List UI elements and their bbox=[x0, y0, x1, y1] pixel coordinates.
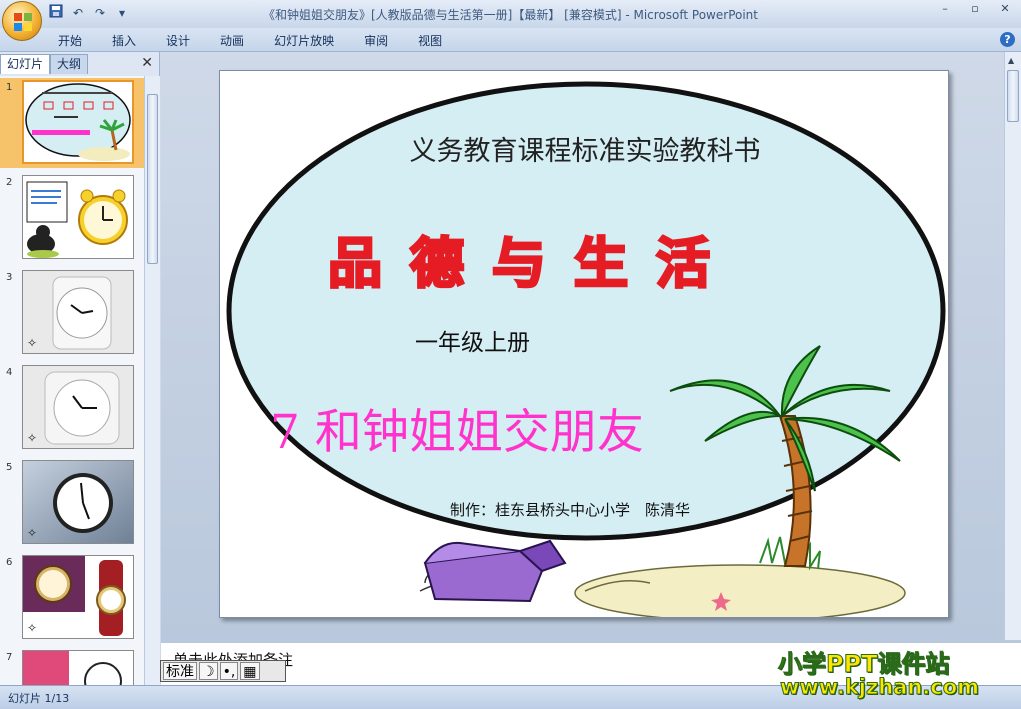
slide-editing-area: 义务教育课程标准实验教科书 品德与生活 一年级上册 7 和钟姐姐交朋友 制作：桂… bbox=[161, 52, 1004, 640]
slide-subject-title: 品德与生活 bbox=[327, 231, 738, 297]
ime-mode-button[interactable]: 标准 bbox=[163, 662, 197, 680]
window-controls: – ▫ ✕ bbox=[935, 2, 1015, 15]
ime-toolbar: 标准 ☽ •, ▦ bbox=[160, 660, 286, 682]
tab-outline[interactable]: 大纲 bbox=[50, 54, 89, 74]
slide-thumbnail-5[interactable]: 5 ✧ bbox=[0, 458, 144, 548]
tab-insert[interactable]: 插入 bbox=[112, 32, 136, 49]
scrollbar-thumb[interactable] bbox=[1007, 70, 1019, 122]
ribbon-tabs: 开始 插入 设计 动画 幻灯片放映 审阅 视图 bbox=[58, 32, 472, 49]
tab-home[interactable]: 开始 bbox=[58, 32, 82, 49]
office-button[interactable] bbox=[2, 1, 42, 41]
scrollbar-thumb[interactable] bbox=[147, 94, 158, 264]
slide-preview bbox=[22, 80, 134, 164]
panel-tabs: 幻灯片 大纲 bbox=[0, 54, 160, 74]
close-icon[interactable]: ✕ bbox=[141, 55, 153, 71]
slide-series-title: 义务教育课程标准实验教科书 bbox=[409, 136, 761, 167]
animation-icon: ✧ bbox=[27, 621, 38, 635]
watermark-url: www.kjzhan.com bbox=[779, 675, 980, 700]
slide-thumbnails: 1 2 3 ✧ 4 ✧ 5 ✧ 6 ✧ 7 bbox=[0, 76, 144, 685]
window-title: 《和钟姐姐交朋友》[人教版品德与生活第一册]【最新】 [兼容模式] - Micr… bbox=[262, 8, 758, 22]
punctuation-icon[interactable]: •, bbox=[219, 662, 239, 680]
powerpoint-window: { "window": { "title": "《和钟姐姐交朋友》[人教版品德与… bbox=[0, 0, 1021, 709]
ribbon-tabs-bar: 开始 插入 设计 动画 幻灯片放映 审阅 视图 ? bbox=[0, 28, 1021, 52]
slide-preview: ✧ bbox=[22, 460, 134, 544]
title-bar: ↶ ↷ ▾ 《和钟姐姐交朋友》[人教版品德与生活第一册]【最新】 [兼容模式] … bbox=[0, 0, 1021, 41]
slide-preview bbox=[22, 650, 134, 685]
tab-animations[interactable]: 动画 bbox=[220, 32, 244, 49]
slide-thumbnail-7[interactable]: 7 bbox=[0, 648, 144, 685]
close-button[interactable]: ✕ bbox=[995, 2, 1015, 15]
watermark-title: 小学PPT课件站 bbox=[778, 650, 951, 679]
animation-icon: ✧ bbox=[27, 336, 38, 350]
thumbnails-scrollbar[interactable] bbox=[144, 76, 160, 685]
current-slide[interactable]: 义务教育课程标准实验教科书 品德与生活 一年级上册 7 和钟姐姐交朋友 制作：桂… bbox=[219, 70, 949, 618]
slide-thumbnail-4[interactable]: 4 ✧ bbox=[0, 363, 144, 453]
slide-lesson-title: 7 和钟姐姐交朋友 bbox=[270, 405, 644, 460]
tab-design[interactable]: 设计 bbox=[166, 32, 190, 49]
slide-grade: 一年级上册 bbox=[415, 330, 530, 356]
slides-panel: 幻灯片 大纲 ✕ 1 2 3 ✧ 4 ✧ 5 ✧ 6 ✧ 7 bbox=[0, 52, 160, 685]
animation-icon: ✧ bbox=[27, 526, 38, 540]
slide-number: 3 bbox=[6, 272, 13, 283]
minimize-button[interactable]: – bbox=[935, 2, 955, 15]
slide-thumbnail-3[interactable]: 3 ✧ bbox=[0, 268, 144, 358]
slide-number: 6 bbox=[6, 557, 13, 568]
moon-icon[interactable]: ☽ bbox=[199, 662, 218, 680]
slide-preview: ✧ bbox=[22, 555, 134, 639]
slide-author: 制作：桂东县桥头中心小学 陈清华 bbox=[450, 501, 691, 519]
slide-thumbnail-2[interactable]: 2 bbox=[0, 173, 144, 263]
slide-number: 2 bbox=[6, 177, 13, 188]
slide-scrollbar[interactable]: ▲ bbox=[1004, 52, 1021, 640]
slide-number: 1 bbox=[6, 82, 13, 93]
slide-number: 7 bbox=[6, 652, 13, 663]
slide-number: 4 bbox=[6, 367, 13, 378]
slide-number: 5 bbox=[6, 462, 13, 473]
slide-count: 幻灯片 1/13 bbox=[8, 692, 70, 705]
keyboard-icon[interactable]: ▦ bbox=[240, 662, 260, 680]
scroll-up-icon[interactable]: ▲ bbox=[1008, 56, 1014, 65]
tab-review[interactable]: 审阅 bbox=[364, 32, 388, 49]
help-icon[interactable]: ? bbox=[1000, 32, 1015, 47]
tab-slideshow[interactable]: 幻灯片放映 bbox=[274, 32, 334, 49]
office-logo-icon bbox=[14, 13, 32, 31]
restore-button[interactable]: ▫ bbox=[965, 2, 985, 15]
tab-view[interactable]: 视图 bbox=[418, 32, 442, 49]
tab-slides[interactable]: 幻灯片 bbox=[0, 54, 51, 74]
slide-preview: ✧ bbox=[22, 365, 134, 449]
animation-icon: ✧ bbox=[27, 431, 38, 445]
slide-preview bbox=[22, 175, 134, 259]
slide-preview: ✧ bbox=[22, 270, 134, 354]
slide-thumbnail-6[interactable]: 6 ✧ bbox=[0, 553, 144, 643]
slide-thumbnail-1[interactable]: 1 bbox=[0, 78, 144, 168]
